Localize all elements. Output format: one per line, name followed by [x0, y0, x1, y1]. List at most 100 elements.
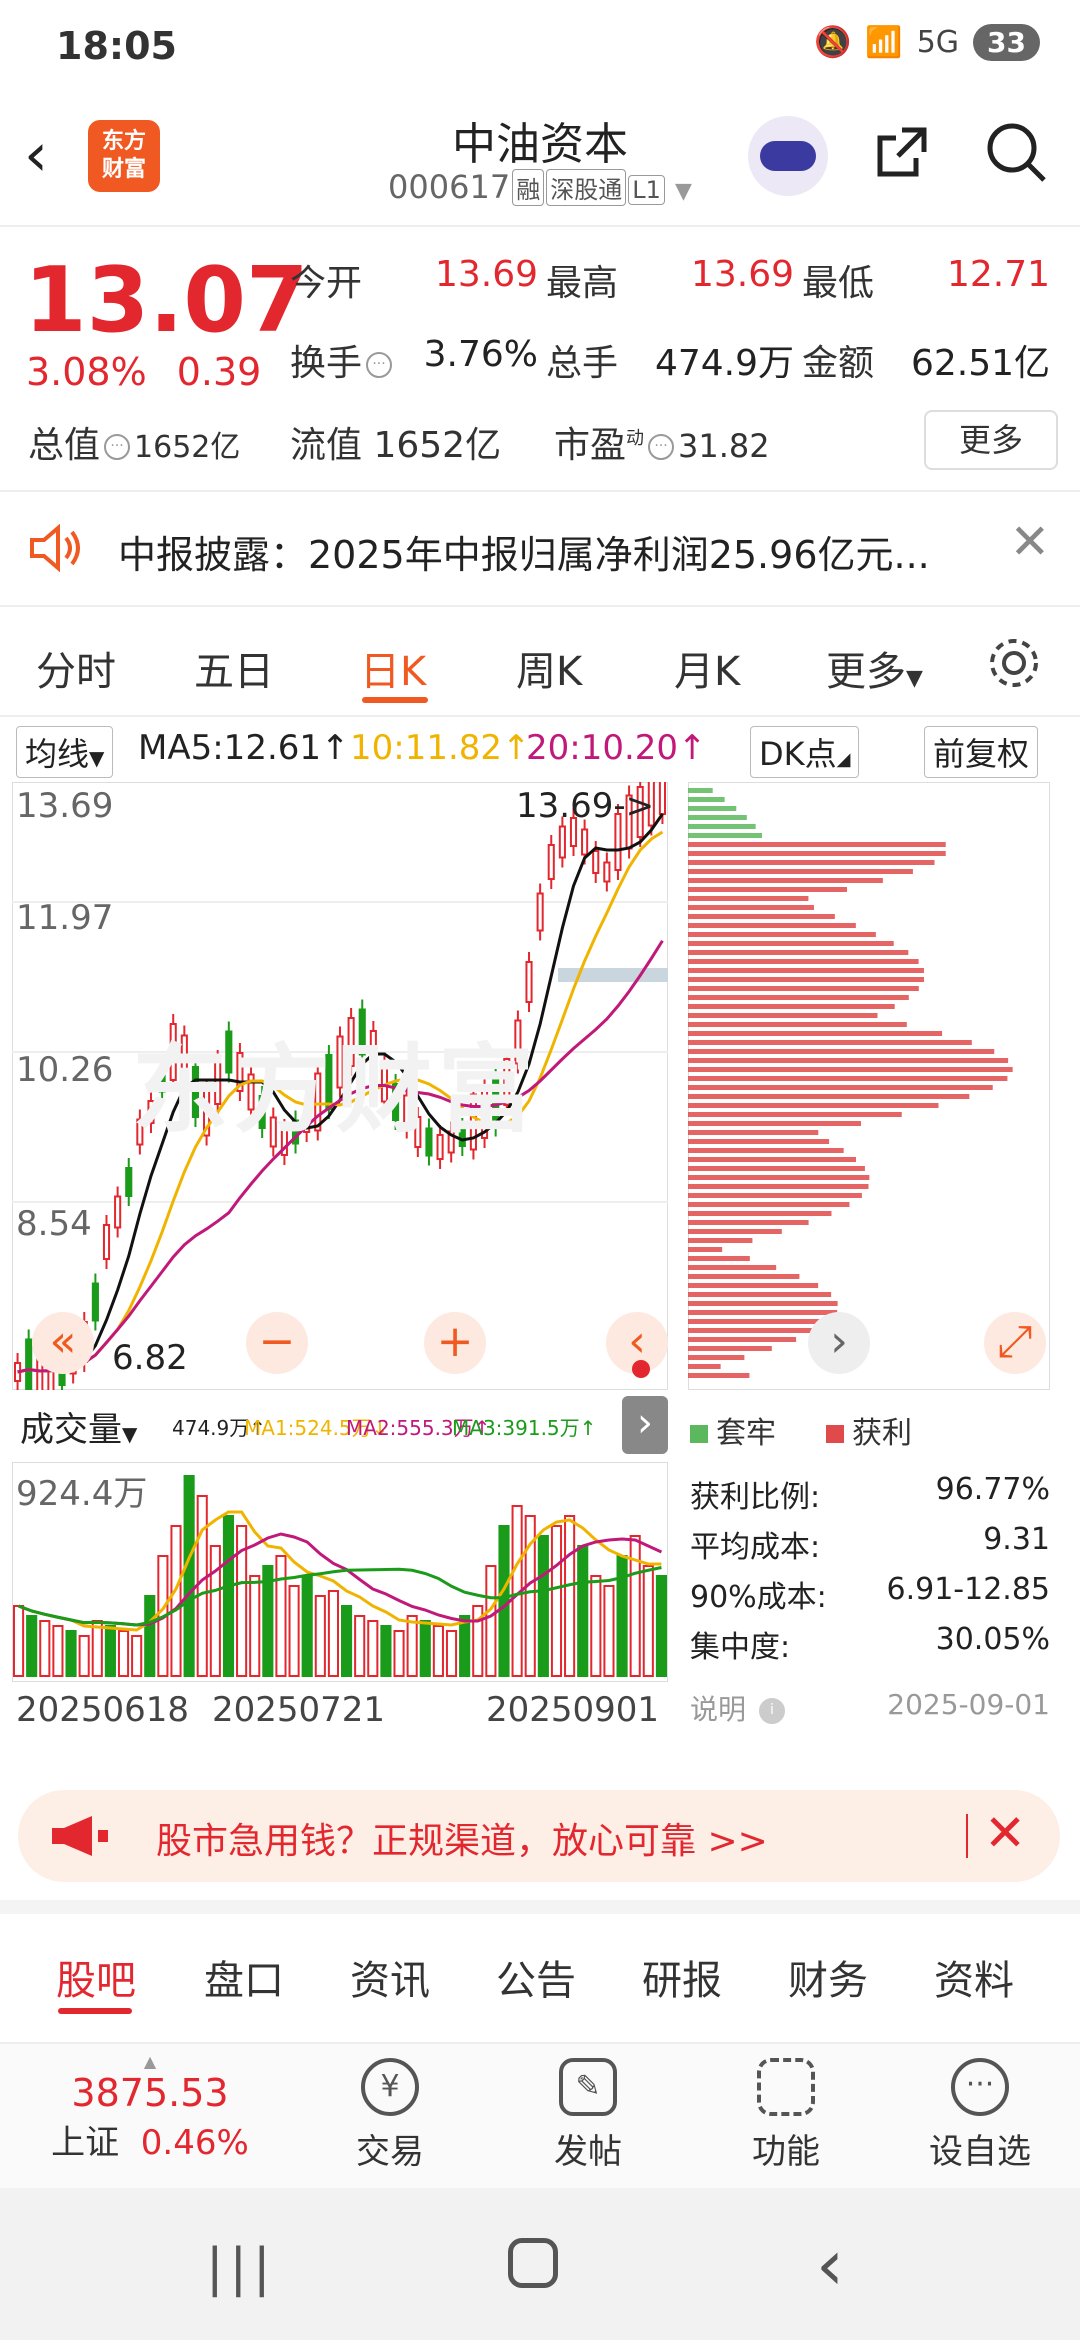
close-icon[interactable]: ✕ — [1010, 514, 1050, 570]
signal-label: 5G — [916, 25, 960, 60]
scroll-left-fast-icon[interactable]: « — [32, 1312, 94, 1374]
tab-research[interactable]: 研报 — [642, 1948, 722, 2006]
amount-label: 金额 — [802, 343, 875, 384]
wifi-icon: 📶 — [865, 25, 903, 60]
chip-distribution-chart[interactable]: › ⤢ — [688, 782, 1050, 1390]
zoom-out-icon[interactable]: − — [246, 1312, 308, 1374]
quote-row-2: 换手 ··· 3.76% 总手 474.9万 金额 62.51亿 — [290, 334, 1060, 386]
more-dots-icon: ··· — [951, 2058, 1009, 2116]
trade-button[interactable]: ¥ 交易 — [320, 2044, 460, 2173]
ma20-value: 20:10.20↑ — [526, 728, 707, 768]
quote-row-1: 今开 13.69 最高 13.69 最低 12.71 — [290, 254, 1060, 306]
tab-news[interactable]: 资讯 — [350, 1948, 430, 2006]
open-label: 今开 — [290, 263, 363, 304]
more-button[interactable]: 更多 — [924, 410, 1058, 470]
notice-text: 中报披露：2025年中报归属净利润25.96亿元... — [118, 533, 930, 577]
float-cap: 流值 1652亿 — [290, 425, 502, 466]
tab-daily-k[interactable]: 日K — [360, 639, 426, 697]
watermark: 东方财富 — [132, 1034, 540, 1146]
explain-link[interactable]: 说明 i — [690, 1688, 789, 1728]
low-value: 12.71 — [946, 254, 1050, 295]
mute-icon: 🔕 — [813, 25, 852, 60]
change-amount: 0.39 — [176, 350, 262, 394]
notice-bar[interactable]: 中报披露：2025年中报归属净利润25.96亿元... ✕ — [0, 490, 1080, 607]
ma-selector[interactable]: 均线▼ — [16, 726, 114, 778]
chevron-down-icon: ▼ — [675, 179, 692, 204]
functions-button[interactable]: 功能 — [716, 2044, 856, 2173]
gear-icon[interactable] — [984, 633, 1044, 693]
legend-profit: 获利 — [826, 1408, 912, 1452]
adjust-selector[interactable]: 前复权 — [924, 726, 1039, 778]
kline-chart[interactable]: 13.69 11.97 10.26 8.54 13.69-> 6.82 东方财富… — [12, 782, 668, 1390]
share-icon[interactable] — [872, 122, 932, 182]
tab-weekly-k[interactable]: 周K — [516, 639, 582, 697]
tab-orderbook[interactable]: 盘口 — [204, 1948, 284, 2006]
high-value: 13.69 — [690, 254, 794, 295]
cost-90: 90%成本: 6.91-12.85 — [690, 1572, 1050, 1615]
index-widget[interactable]: ▲ 3875.53 上证 0.46% — [40, 2052, 260, 2164]
tab-financials[interactable]: 财务 — [788, 1948, 868, 2006]
tab-more[interactable]: 更多▼ — [826, 639, 923, 697]
y-label-4: 8.54 — [16, 1204, 92, 1244]
active-tab-underline — [58, 2008, 132, 2014]
tab-profile[interactable]: 资料 — [934, 1948, 1014, 2006]
tab-five-day[interactable]: 五日 — [194, 639, 274, 697]
back-icon[interactable]: ‹ — [24, 120, 48, 190]
grid-icon — [757, 2058, 815, 2116]
add-watchlist-button[interactable]: ··· 设自选 — [910, 2044, 1050, 2173]
expand-icon[interactable]: ⤢ — [984, 1312, 1046, 1374]
info-icon[interactable]: ··· — [648, 434, 675, 460]
change-percent: 3.08% — [26, 350, 147, 394]
stock-code-row[interactable]: 000617 融深股通 L1 ▼ — [360, 168, 720, 206]
average-cost: 平均成本: 9.31 — [690, 1522, 1050, 1565]
tab-monthly-k[interactable]: 月K — [674, 639, 740, 697]
stock-header: ‹ 东方 财富 中油资本 000617 融深股通 L1 ▼ — [0, 100, 1080, 227]
volume-chart[interactable]: 924.4万 — [12, 1462, 668, 1682]
pe-value: 31.82 — [678, 427, 770, 465]
tag-margin: 融 — [512, 169, 545, 206]
low-label: 最低 — [802, 263, 875, 304]
chevron-right-icon[interactable]: › — [808, 1312, 870, 1374]
nav-back-icon[interactable]: ‹ — [816, 2224, 844, 2306]
volume-value: 474.9万 — [654, 343, 794, 384]
assistant-robot-icon[interactable] — [748, 116, 828, 196]
bottom-toolbar: ▲ 3875.53 上证 0.46% ¥ 交易 ✎ 发帖 功能 ··· 设自选 — [0, 2042, 1080, 2190]
volume-selector[interactable]: 成交量▼ — [12, 1400, 145, 1453]
ad-banner[interactable]: 股市急用钱？正规渠道，放心可靠 >> ✕ — [18, 1790, 1060, 1882]
tab-intraday[interactable]: 分时 — [36, 639, 116, 697]
float-cap-value: 1652亿 — [373, 425, 502, 466]
y-label-3: 10.26 — [16, 1050, 114, 1090]
y-label-2: 11.97 — [16, 898, 114, 938]
zoom-in-icon[interactable]: + — [424, 1312, 486, 1374]
high-label: 最高 — [546, 263, 619, 304]
market-cap: 总值 ··· 1652亿 — [28, 425, 241, 466]
system-nav-bar: ||| ‹ — [0, 2188, 1080, 2340]
date-label-3: 20250901 — [486, 1690, 660, 1730]
tab-announcements[interactable]: 公告 — [496, 1948, 576, 2006]
info-icon[interactable]: ··· — [104, 434, 131, 460]
app-logo[interactable]: 东方 财富 — [88, 120, 160, 192]
expand-indicator-icon[interactable]: › — [622, 1396, 668, 1454]
post-button[interactable]: ✎ 发帖 — [518, 2044, 658, 2173]
info-icon: i — [758, 1698, 785, 1724]
recents-icon[interactable]: ||| — [206, 2238, 277, 2298]
home-icon[interactable] — [508, 2238, 558, 2288]
speaker-icon — [30, 524, 80, 572]
volume-label: 总手 — [546, 343, 619, 384]
vol-ma3: MA3:391.5万↑ — [452, 1416, 597, 1440]
info-tabs: 股吧 盘口 资讯 公告 研报 财务 资料 — [0, 1900, 1080, 2054]
min-price-marker: 6.82 — [112, 1338, 188, 1378]
battery-icon: 33 — [973, 24, 1040, 61]
volume-indicator-row: 成交量▼ 474.9万↑ MA1:524.5万↓ MA2:555.3万↑ MA3… — [12, 1396, 668, 1458]
status-icons: 🔕 📶 5G 33 — [814, 24, 1040, 61]
ad-divider — [966, 1814, 968, 1858]
search-icon[interactable] — [984, 120, 1048, 184]
status-time: 18:05 — [56, 24, 177, 68]
tab-forum[interactable]: 股吧 — [56, 1948, 136, 2006]
info-icon[interactable]: ··· — [366, 352, 393, 378]
max-price-marker: 13.69-> — [516, 786, 655, 826]
close-icon[interactable]: ✕ — [984, 1804, 1026, 1862]
dk-point-selector[interactable]: DK点◢ — [750, 726, 860, 778]
legend-trap: 套牢 — [690, 1408, 776, 1452]
turnover-label: 换手 — [290, 343, 363, 384]
